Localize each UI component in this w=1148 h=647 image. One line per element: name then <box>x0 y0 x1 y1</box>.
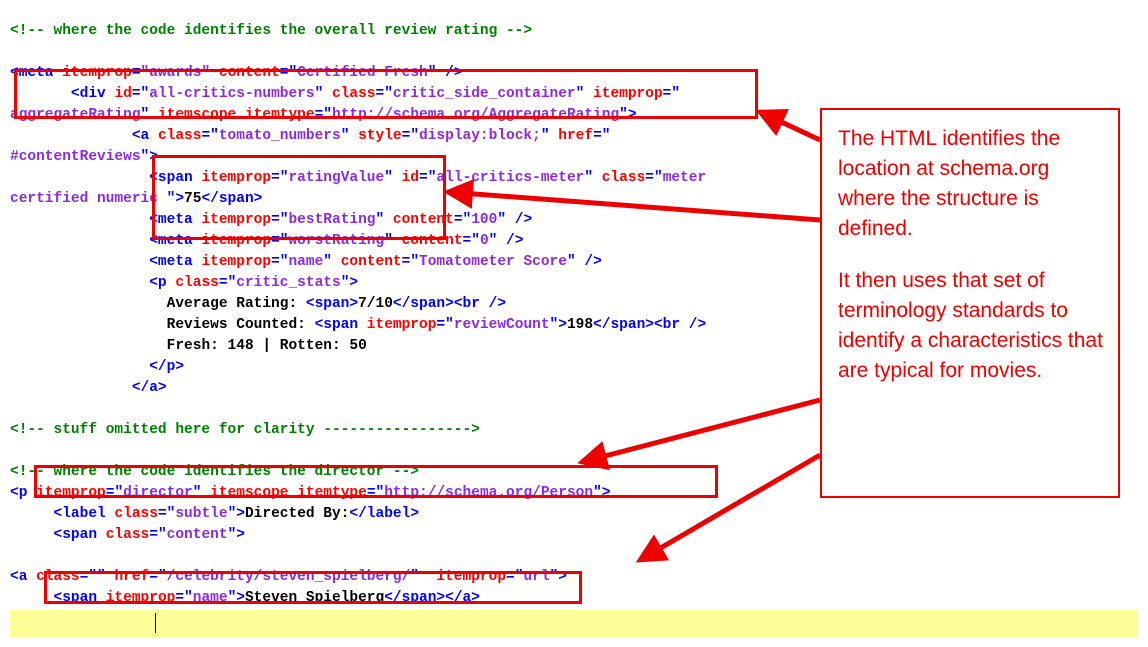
highlighted-bottom-line <box>10 610 1138 638</box>
comment-text: <!-- where the code identifies the overa… <box>10 23 532 39</box>
callout-paragraph-1: The HTML identifies the location at sche… <box>838 124 1104 244</box>
callout-paragraph-2: It then uses that set of terminology sta… <box>838 266 1104 386</box>
text-cursor <box>155 613 156 633</box>
callout-box: The HTML identifies the location at sche… <box>820 108 1120 498</box>
code-block: <!-- where the code identifies the overa… <box>10 0 820 630</box>
